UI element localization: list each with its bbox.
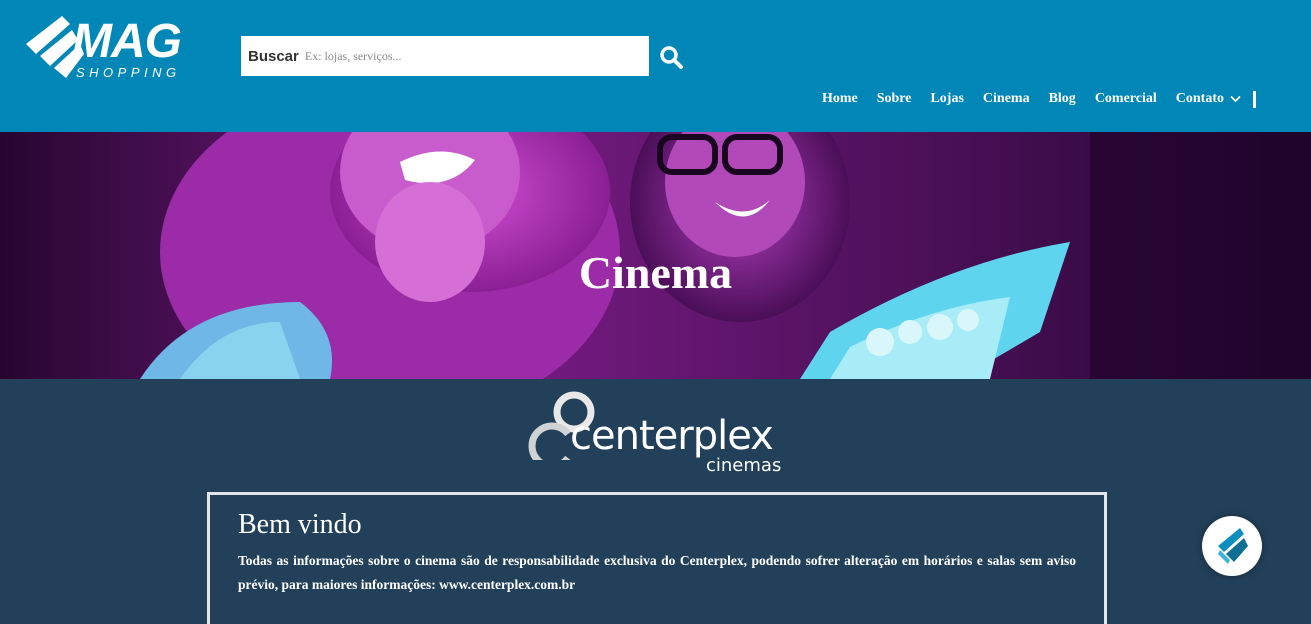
search-box: Buscar: [241, 36, 649, 76]
search-button[interactable]: [659, 45, 685, 71]
chat-button[interactable]: [1202, 516, 1262, 576]
site-header: MAG SHOPPING Buscar Home Sobre Lojas Cin…: [0, 0, 1311, 132]
main-nav: Home Sobre Lojas Cinema Blog Comercial C…: [822, 89, 1311, 109]
logo-subtext: SHOPPING: [76, 65, 181, 80]
nav-home[interactable]: Home: [822, 91, 858, 107]
centerplex-logo[interactable]: centerplex cinemas: [528, 390, 790, 480]
nav-divider: [1253, 90, 1256, 108]
mag-shopping-logo[interactable]: MAG SHOPPING: [26, 14, 216, 84]
nav-contato-label: Contato: [1175, 91, 1224, 106]
welcome-title: Bem vindo: [238, 509, 362, 540]
nav-lojas[interactable]: Lojas: [930, 91, 963, 107]
welcome-box: Bem vindo Todas as informações sobre o c…: [207, 492, 1107, 624]
nav-cinema[interactable]: Cinema: [983, 91, 1030, 107]
hero-banner: Cinema: [0, 132, 1311, 379]
nav-blog[interactable]: Blog: [1049, 91, 1076, 107]
page-title: Cinema: [578, 247, 733, 298]
search-icon: [660, 46, 683, 69]
welcome-text: Todas as informações sobre o cinema são …: [238, 553, 1076, 592]
brand-name: centerplex: [570, 413, 774, 459]
brand-subtitle: cinemas: [706, 455, 782, 476]
search-input[interactable]: [304, 36, 649, 76]
logo-text: MAG: [72, 15, 182, 68]
nav-comercial[interactable]: Comercial: [1095, 91, 1157, 107]
search-label: Buscar: [248, 47, 299, 65]
nav-sobre[interactable]: Sobre: [877, 91, 912, 107]
mag-logo-icon: [1218, 528, 1248, 564]
nav-contato[interactable]: Contato: [1176, 91, 1241, 107]
chevron-down-icon: [1230, 95, 1241, 103]
